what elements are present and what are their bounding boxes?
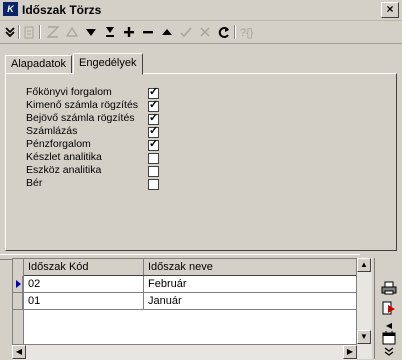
close-button[interactable]: × <box>381 2 399 18</box>
checkmark-icon: ✓ <box>149 125 159 137</box>
table-row[interactable]: 01 Január <box>13 293 359 310</box>
permission-label: Kimenő számla rögzítés <box>26 99 139 111</box>
filter-icon[interactable] <box>46 25 60 39</box>
permission-checkbox[interactable] <box>148 166 159 177</box>
sort-asc-icon[interactable] <box>65 25 79 39</box>
permission-label: Számlázás <box>26 125 78 137</box>
calendar-icon[interactable] <box>381 330 397 346</box>
tab-alapadatok[interactable]: Alapadatok <box>5 55 73 74</box>
vertical-scrollbar[interactable]: ▲ ▼ <box>356 258 372 359</box>
cell-code[interactable]: 01 <box>24 293 144 309</box>
window-title: Időszak Törzs <box>22 3 102 17</box>
check-icon[interactable] <box>179 25 193 39</box>
toolbar-separator <box>18 25 20 39</box>
checkmark-icon: ✓ <box>149 112 159 124</box>
permission-checkbox[interactable] <box>148 153 159 164</box>
chevron-down-icon[interactable] <box>3 25 17 39</box>
column-header-code[interactable]: Időszak Kód <box>24 259 144 275</box>
minus-icon[interactable] <box>141 25 155 39</box>
cell-name[interactable]: Január <box>144 293 359 309</box>
permission-checkbox[interactable] <box>148 179 159 190</box>
permission-label: Főkönyvi forgalom <box>26 86 112 98</box>
toolbar: ?{} <box>0 21 402 44</box>
row-indicator <box>13 276 23 292</box>
checkmark-icon: ✓ <box>149 86 159 98</box>
grid-header: Időszak Kód Időszak neve <box>13 259 359 276</box>
permission-checkbox[interactable]: ✓ <box>148 86 159 99</box>
horizontal-scrollbar[interactable]: ◀ ▶ <box>12 344 357 360</box>
plus-icon[interactable] <box>122 25 136 39</box>
refresh-icon[interactable] <box>217 25 231 39</box>
permission-label: Készlet analitika <box>26 151 102 163</box>
svg-text:?{}: ?{} <box>240 27 254 39</box>
permission-label: Bér <box>26 177 43 189</box>
help-icon[interactable]: ?{} <box>239 25 259 39</box>
cancel-icon[interactable] <box>198 25 212 39</box>
permissions-panel: Főkönyvi forgalom ✓ Kimenő számla rögzítés… <box>5 73 397 251</box>
permission-label: Pénzforgalom <box>26 138 91 150</box>
scroll-right-button[interactable]: ▶ <box>343 345 357 359</box>
toolbar-separator <box>39 25 41 39</box>
arrow-up-icon[interactable] <box>160 25 174 39</box>
cell-name[interactable]: Február <box>144 276 359 292</box>
table-row[interactable]: 02 Február <box>13 276 359 293</box>
printer-icon[interactable] <box>381 280 397 296</box>
permission-checkbox[interactable]: ✓ <box>148 99 159 112</box>
checkmark-icon: ✓ <box>149 99 159 111</box>
clipboard-icon[interactable] <box>22 25 36 39</box>
export-icon[interactable] <box>381 300 397 316</box>
app-icon: K <box>3 2 18 16</box>
scroll-up-button[interactable]: ▲ <box>357 258 371 272</box>
scroll-down-button[interactable]: ▼ <box>357 330 371 344</box>
tab-engedelyek[interactable]: Engedélyek <box>73 53 143 75</box>
window: K Időszak Törzs × ?{} Alapadatok Engedél… <box>0 0 402 360</box>
title-bar[interactable]: K Időszak Törzs × <box>0 0 402 21</box>
permission-checkbox[interactable]: ✓ <box>148 138 159 151</box>
cell-code[interactable]: 02 <box>24 276 144 292</box>
current-row-arrow-icon <box>16 280 21 288</box>
side-toolbar: ◀ <box>374 258 402 359</box>
scroll-left-button[interactable]: ◀ <box>12 345 26 359</box>
permission-checkbox[interactable]: ✓ <box>148 112 159 125</box>
permission-checkbox[interactable]: ✓ <box>148 125 159 138</box>
column-header-name[interactable]: Időszak neve <box>144 259 359 275</box>
expand-icon[interactable] <box>381 346 397 360</box>
checkmark-icon: ✓ <box>149 138 159 150</box>
last-icon[interactable] <box>103 25 117 39</box>
arrow-down-icon[interactable] <box>84 25 98 39</box>
permission-label: Bejövő számla rögzítés <box>26 112 135 124</box>
toolbar-separator <box>234 25 236 39</box>
permission-label: Eszköz analitika <box>26 164 102 176</box>
row-indicator <box>13 293 23 309</box>
